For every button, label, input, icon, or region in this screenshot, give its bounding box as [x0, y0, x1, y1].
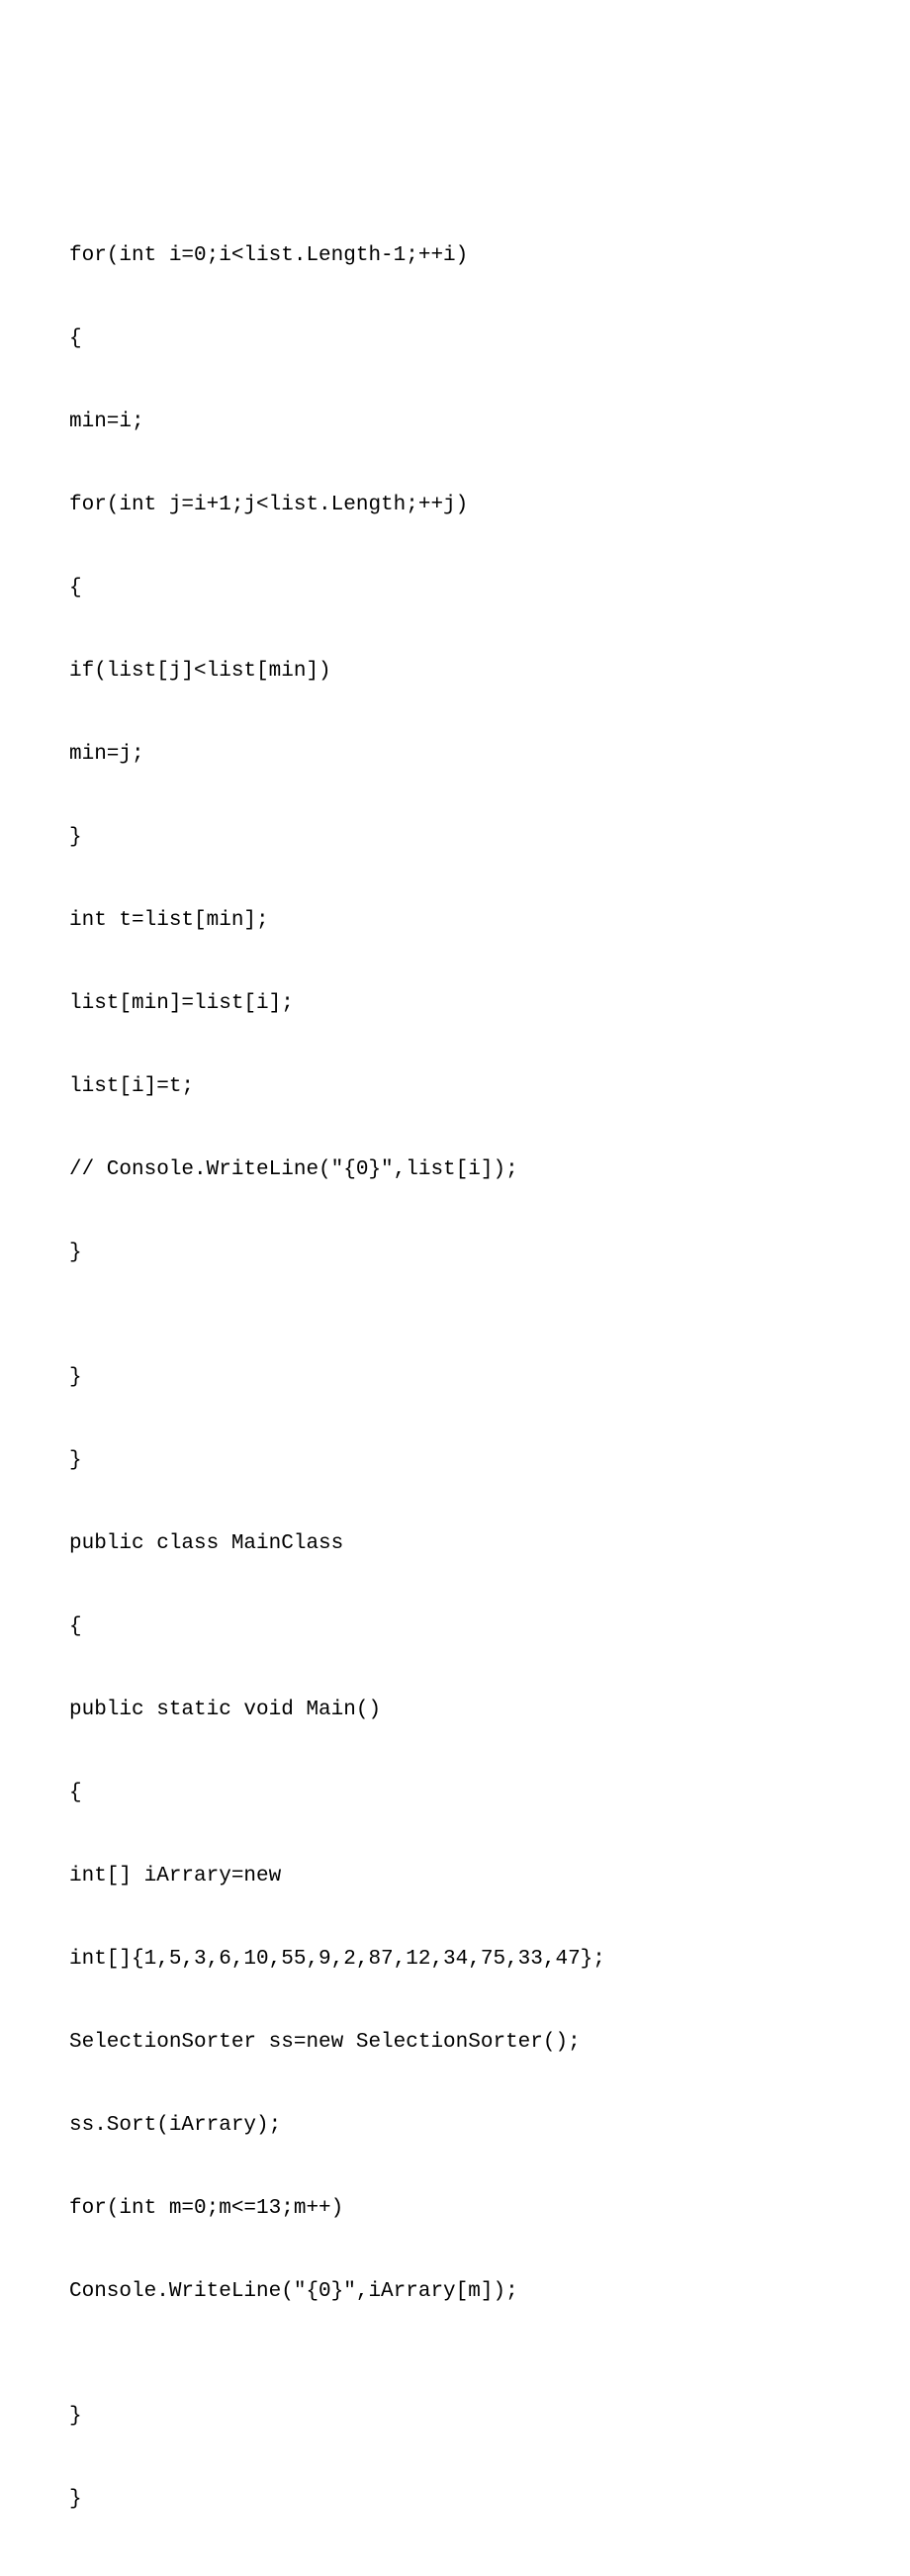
code-line: }: [69, 817, 841, 859]
code-line: }: [69, 2396, 841, 2438]
code-line: if(list[j]<list[min]): [69, 651, 841, 692]
code-line: {: [69, 568, 841, 609]
code-line: list[min]=list[i];: [69, 983, 841, 1025]
code-line: {: [69, 1607, 841, 1648]
code-line: for(int m=0;m<=13;m++): [69, 2188, 841, 2230]
code-line: }: [69, 1357, 841, 1399]
code-line: for(int i=0;i<list.Length-1;++i): [69, 235, 841, 277]
code-line: {: [69, 1773, 841, 1814]
code-line: list[i]=t;: [69, 1066, 841, 1108]
code-line: public static void Main(): [69, 1690, 841, 1731]
code-line: {: [69, 319, 841, 360]
code-line: }: [69, 1233, 841, 1274]
code-line: min=j;: [69, 734, 841, 776]
code-line: // Console.WriteLine("{0}",list[i]);: [69, 1150, 841, 1191]
code-line: min=i;: [69, 402, 841, 443]
code-line: int t=list[min];: [69, 900, 841, 942]
code-line: }: [69, 2479, 841, 2521]
code-line: SelectionSorter ss=new SelectionSorter()…: [69, 2022, 841, 2064]
code-line: int[]{1,5,3,6,10,55,9,2,87,12,34,75,33,4…: [69, 1939, 841, 1980]
code-line: for(int j=i+1;j<list.Length;++j): [69, 485, 841, 526]
code-line: public class MainClass: [69, 1523, 841, 1565]
code-line: ss.Sort(iArrary);: [69, 2105, 841, 2147]
code-line: }: [69, 1440, 841, 1482]
code-line: Console.WriteLine("{0}",iArrary[m]);: [69, 2271, 841, 2313]
code-line: int[] iArrary=new: [69, 1856, 841, 1897]
